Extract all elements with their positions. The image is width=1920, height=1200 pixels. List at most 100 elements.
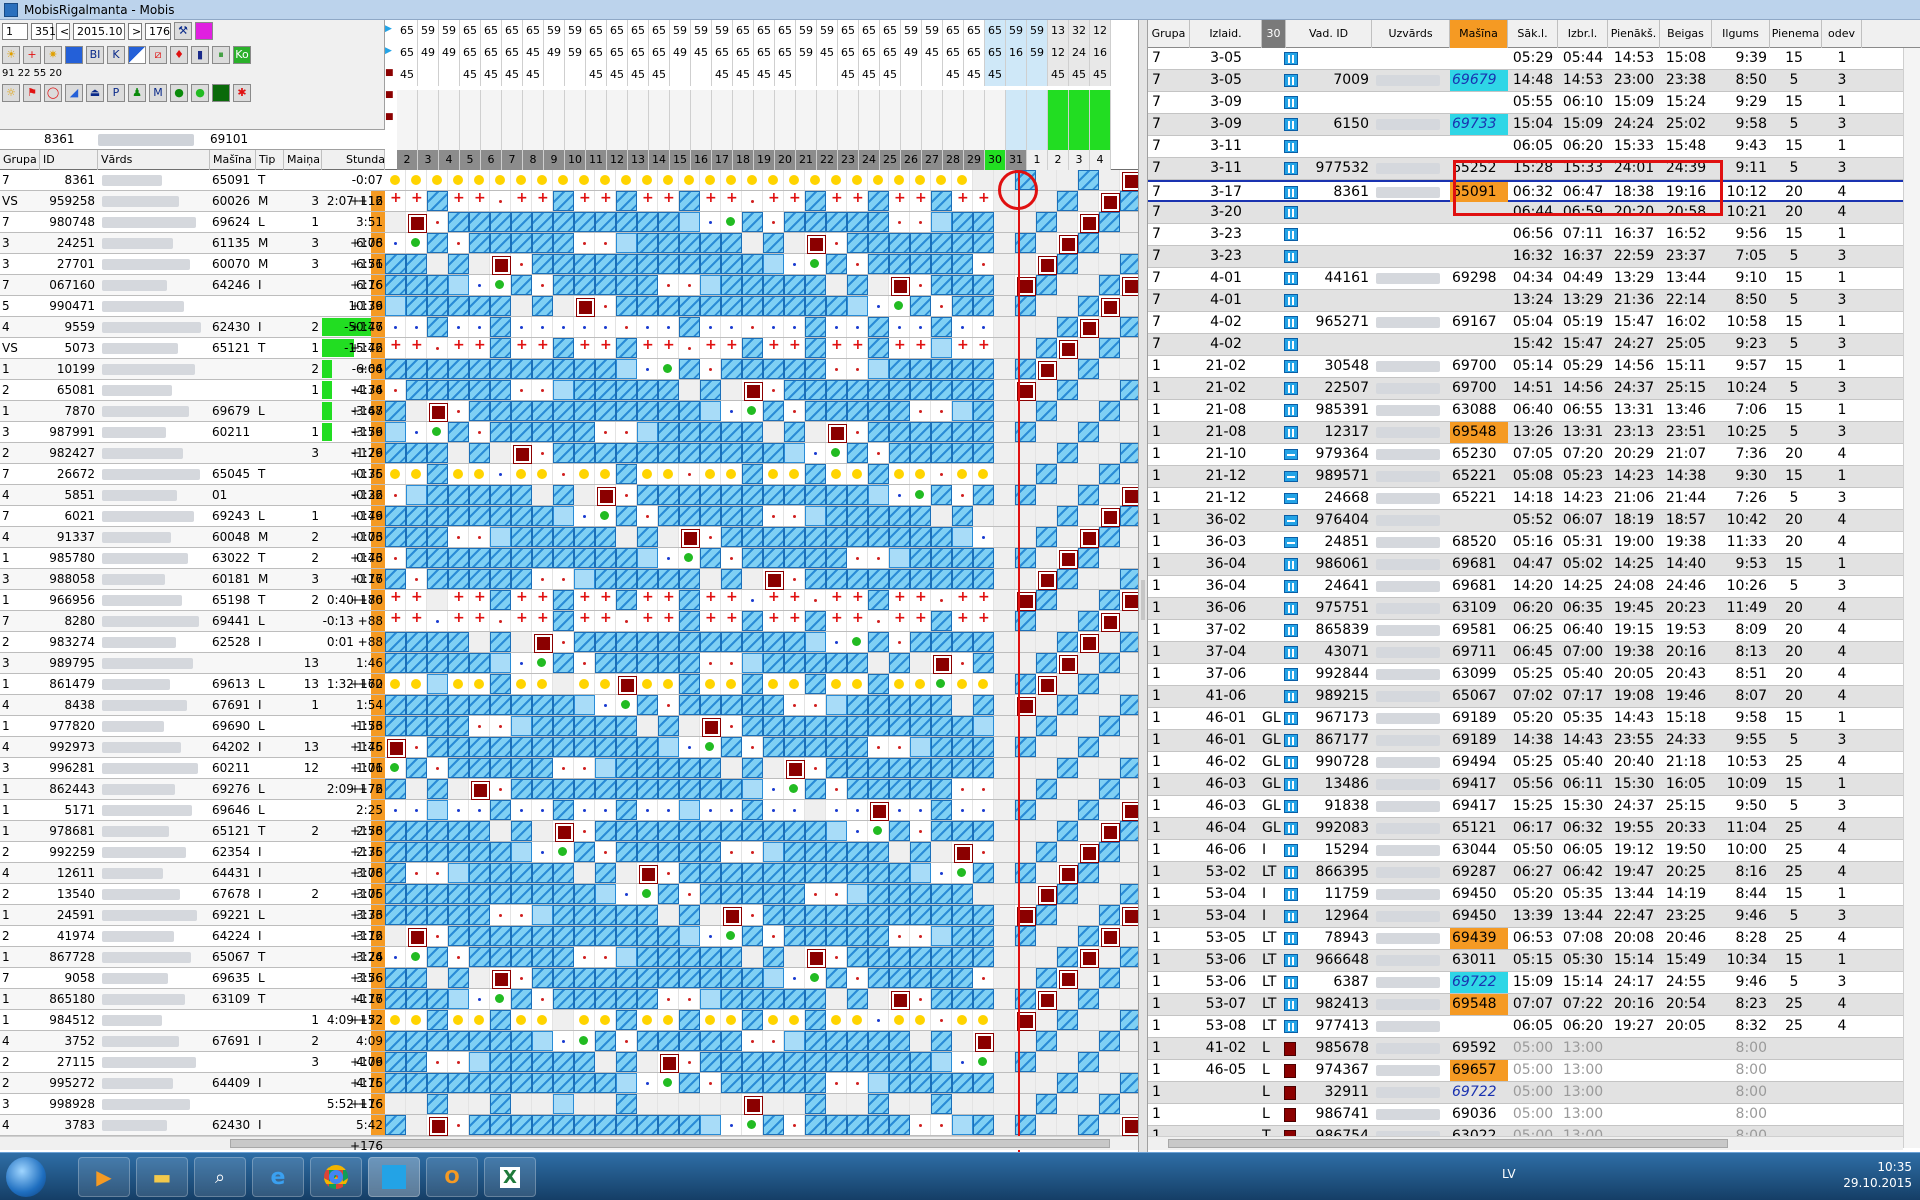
schedule-cell[interactable] [679,653,700,673]
driver-row[interactable]: 1 861479 69613 L 13 1:32 +72 [0,674,1138,695]
schedule-cell[interactable] [469,212,490,232]
field-3[interactable]: 176 [145,22,171,40]
schedule-cell[interactable] [931,590,952,610]
schedule-cell[interactable] [616,653,637,673]
schedule-cell[interactable] [679,632,700,652]
schedule-cell[interactable] [1120,1115,1138,1136]
right-hscrollbar[interactable] [1148,1136,1903,1150]
schedule-cell[interactable] [1057,716,1078,736]
schedule-cell[interactable] [427,1031,448,1051]
schedule-cell[interactable] [553,800,574,820]
schedule-cell[interactable] [616,800,637,820]
schedule-cell[interactable] [1078,611,1099,631]
schedule-cell[interactable] [952,254,973,274]
schedule-cell[interactable] [826,170,847,190]
schedule-cell[interactable] [1120,275,1138,296]
schedule-cell[interactable] [385,905,406,925]
schedule-cell[interactable] [931,464,952,484]
schedule-cell[interactable] [574,926,595,946]
schedule-cell[interactable] [511,254,532,274]
schedule-cell[interactable] [1120,989,1138,1009]
schedule-cell[interactable] [385,758,406,778]
schedule-cell[interactable] [721,1010,742,1030]
schedule-cell[interactable] [931,443,952,463]
schedule-cell[interactable] [553,653,574,673]
schedule-cell[interactable] [637,758,658,778]
schedule-cell[interactable] [910,170,931,190]
m-icon[interactable]: M [149,84,167,102]
schedule-cell[interactable] [973,170,994,190]
pause-icon[interactable]: ⏸ [212,46,230,64]
schedule-cell[interactable] [511,674,532,694]
schedule-cell[interactable] [658,233,679,253]
schedule-cell[interactable] [763,1094,784,1114]
schedule-cell[interactable] [889,275,910,296]
schedule-cell[interactable] [826,1052,847,1072]
schedule-cell[interactable] [553,254,574,274]
schedule-cell[interactable] [616,758,637,778]
half-square-icon[interactable] [128,46,146,64]
schedule-cell[interactable] [973,926,994,946]
schedule-cell[interactable] [742,842,763,862]
bar-icon[interactable]: ▮ [191,46,209,64]
schedule-cell[interactable] [826,337,847,358]
schedule-cell[interactable] [805,1073,826,1093]
schedule-cell[interactable] [763,779,784,799]
schedule-cell[interactable] [427,968,448,988]
schedule-cell[interactable] [532,947,553,967]
schedule-cell[interactable] [406,821,427,841]
schedule-cell[interactable] [721,380,742,400]
schedule-cell[interactable] [448,233,469,253]
schedule-cell[interactable] [553,443,574,463]
schedule-cell[interactable] [679,1031,700,1051]
schedule-cell[interactable] [721,1094,742,1114]
driver-row[interactable]: 3 988058 60181 M 3 0:17 +176 [0,569,1138,607]
schedule-cell[interactable] [847,800,868,820]
schedule-cell[interactable] [448,926,469,946]
schedule-cell[interactable] [448,422,469,442]
schedule-cell[interactable] [511,422,532,442]
schedule-cell[interactable] [679,1052,700,1072]
schedule-cell[interactable] [637,842,658,862]
schedule-cell[interactable] [553,737,574,757]
schedule-cell[interactable] [469,1073,490,1093]
schedule-cell[interactable] [931,380,952,400]
schedule-cell[interactable] [847,337,868,358]
schedule-cell[interactable] [847,653,868,673]
schedule-cell[interactable] [553,989,574,1009]
schedule-cell[interactable] [385,401,406,421]
schedule-cell[interactable] [658,632,679,652]
schedule-cell[interactable] [595,989,616,1009]
schedule-cell[interactable] [700,674,721,694]
schedule-cell[interactable] [868,359,889,379]
schedule-cell[interactable] [490,695,511,715]
schedule-cell[interactable] [910,464,931,484]
schedule-cell[interactable] [952,716,973,736]
schedule-cell[interactable] [931,1052,952,1072]
cal-day-header[interactable]: 8 [523,150,544,170]
schedule-cell[interactable] [973,254,994,274]
schedule-cell[interactable] [931,485,952,505]
schedule-cell[interactable] [448,1073,469,1093]
schedule-cell[interactable] [616,968,637,988]
schedule-cell[interactable] [1078,1031,1099,1051]
internet-explorer-icon[interactable]: e [252,1157,304,1197]
schedule-cell[interactable] [1078,170,1099,190]
schedule-cell[interactable] [763,1031,784,1051]
schedule-cell[interactable] [532,989,553,1009]
schedule-cell[interactable] [616,863,637,883]
schedule-cell[interactable] [763,569,784,590]
schedule-cell[interactable] [553,170,574,190]
departure-row[interactable]: 1 36-06 975751 63109 06:20 06:35 19:45 20:23 11:… [1148,598,1920,620]
schedule-cell[interactable] [742,758,763,778]
schedule-cell[interactable] [511,317,532,337]
schedule-cell[interactable] [742,674,763,694]
schedule-cell[interactable] [427,716,448,736]
schedule-cell[interactable] [1099,1115,1120,1135]
schedule-cell[interactable] [469,737,490,757]
schedule-cell[interactable] [637,527,658,547]
schedule-cell[interactable] [1120,422,1138,442]
schedule-cell[interactable] [1057,695,1078,715]
schedule-cell[interactable] [469,842,490,862]
schedule-cell[interactable] [1078,695,1099,715]
